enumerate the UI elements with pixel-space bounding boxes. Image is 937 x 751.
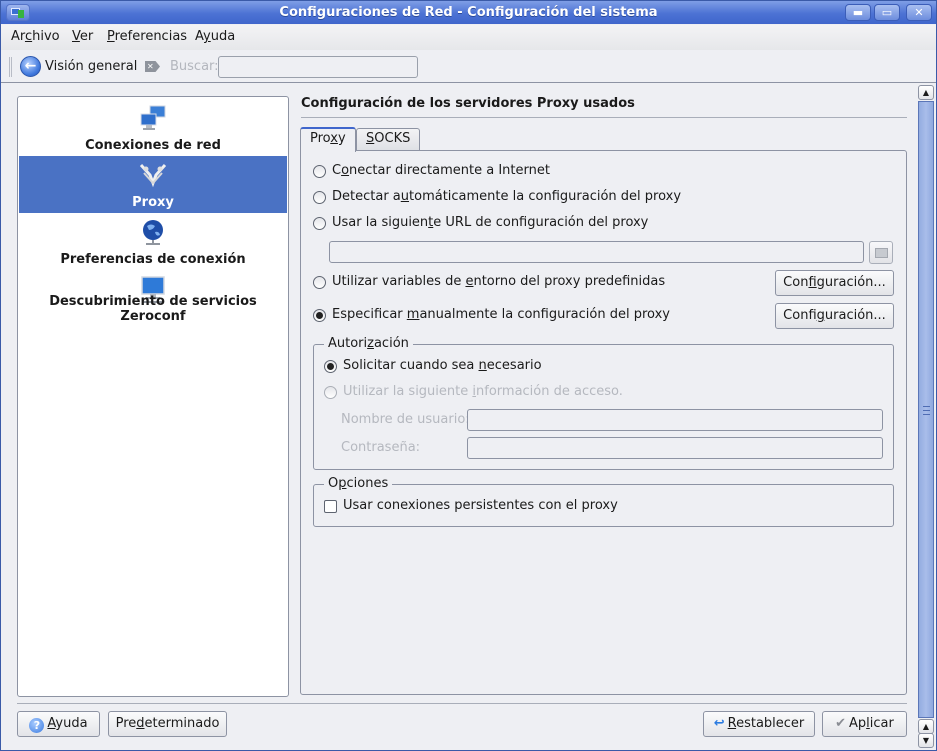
apply-button[interactable]: ✔ Aplicar: [822, 711, 907, 737]
option-config-url-label[interactable]: Usar la siguiente URL de configuración d…: [332, 215, 648, 230]
menu-bar: Archivo Ver Preferencias Ayuda: [1, 25, 936, 50]
radio-env-variables[interactable]: [313, 276, 326, 289]
footer-divider: [17, 703, 907, 704]
window-title: Configuraciones de Red - Configuración d…: [279, 5, 658, 20]
search-input[interactable]: [218, 56, 418, 78]
option-prompt-label[interactable]: Solicitar cuando sea necesario: [343, 358, 542, 373]
menu-ver[interactable]: Ver: [72, 29, 93, 44]
config-url-input[interactable]: [329, 241, 864, 263]
scroll-up-button-bottom[interactable]: ▲: [918, 719, 934, 734]
option-direct-connection-label[interactable]: Conectar directamente a Internet: [332, 163, 550, 178]
radio-direct-connection[interactable]: [313, 165, 326, 178]
radio-config-url[interactable]: [313, 217, 326, 230]
username-label: Nombre de usuario:: [341, 412, 470, 427]
tab-proxy[interactable]: Proxy: [300, 127, 356, 152]
minimize-button[interactable]: ▬: [845, 4, 871, 21]
maximize-icon: ▭: [881, 6, 893, 19]
maximize-button[interactable]: ▭: [874, 4, 900, 21]
toolbar-grip[interactable]: [9, 57, 12, 77]
proxy-icon: [139, 163, 167, 188]
username-input[interactable]: [467, 409, 883, 431]
sidebar-item-connection-preferences[interactable]: Preferencias de conexión: [19, 213, 287, 270]
browse-button[interactable]: [869, 241, 893, 264]
option-env-variables-label[interactable]: Utilizar variables de entorno del proxy …: [332, 274, 665, 289]
menu-preferencias[interactable]: Preferencias: [107, 29, 187, 44]
app-window: Configuraciones de Red - Configuración d…: [0, 0, 937, 751]
title-bar[interactable]: Configuraciones de Red - Configuración d…: [1, 1, 936, 24]
sidebar-item-label: Proxy: [132, 195, 174, 210]
persistent-connections-label[interactable]: Usar conexiones persistentes con el prox…: [343, 498, 618, 513]
radio-use-credentials[interactable]: [324, 386, 337, 399]
sidebar-item-zeroconf[interactable]: Descubrimiento de servicios Zeroconf: [19, 270, 287, 327]
sidebar: Conexiones de red Proxy Preferencias de …: [17, 96, 289, 697]
overview-button[interactable]: Visión general: [45, 59, 137, 74]
password-input[interactable]: [467, 437, 883, 459]
arrow-down-icon: ▼: [922, 736, 930, 745]
scroll-up-button[interactable]: ▲: [918, 85, 934, 100]
arrow-up-icon: ▲: [922, 88, 930, 97]
arrow-up-icon: ▲: [922, 722, 930, 731]
menu-archivo[interactable]: Archivo: [11, 29, 60, 44]
clear-search-icon[interactable]: ✕: [145, 61, 160, 72]
sidebar-item-network-connections[interactable]: Conexiones de red: [19, 99, 287, 156]
toolbar: ← Visión general ✕ Buscar:: [1, 51, 936, 83]
help-button[interactable]: ? Ayuda: [17, 711, 100, 737]
sidebar-item-label: Conexiones de red: [85, 138, 221, 153]
help-icon: ?: [29, 718, 45, 733]
close-icon: ✕: [914, 6, 924, 19]
manual-config-button[interactable]: Configuración...: [775, 303, 894, 329]
option-use-credentials-label[interactable]: Utilizar la siguiente información de acc…: [343, 384, 623, 399]
password-label: Contraseña:: [341, 440, 421, 455]
radio-auto-detect[interactable]: [313, 191, 326, 204]
reset-arrow-icon: ↩: [713, 716, 725, 731]
reset-button[interactable]: ↩ Restablecer: [703, 711, 815, 737]
vertical-scrollbar[interactable]: ▲ ▲ ▼: [918, 85, 934, 749]
minimize-icon: ▬: [852, 6, 864, 19]
globe-network-icon: [143, 220, 163, 245]
radio-manual[interactable]: [313, 309, 326, 322]
options-group-title: Opciones: [324, 476, 393, 491]
sidebar-item-label: Preferencias de conexión: [60, 252, 246, 267]
back-arrow-icon[interactable]: ←: [20, 56, 41, 77]
menu-ayuda[interactable]: Ayuda: [195, 29, 235, 44]
tab-socks[interactable]: SOCKS: [356, 128, 421, 152]
page-title: Configuración de los servidores Proxy us…: [301, 96, 635, 111]
scroll-down-button[interactable]: ▼: [918, 733, 934, 748]
defaults-button[interactable]: Predeterminado: [108, 711, 227, 737]
search-label: Buscar:: [170, 59, 219, 74]
option-auto-detect-label[interactable]: Detectar automáticamente la configuració…: [332, 189, 681, 204]
grip-icon: [923, 406, 930, 415]
network-computers-icon: [140, 105, 166, 130]
heading-divider: [301, 117, 907, 118]
checkmark-icon: ✔: [835, 716, 847, 731]
option-manual-label[interactable]: Especificar manualmente la configuración…: [332, 307, 670, 322]
env-config-button[interactable]: Configuración...: [775, 270, 894, 296]
sidebar-item-proxy[interactable]: Proxy: [19, 156, 287, 213]
close-button[interactable]: ✕: [906, 4, 932, 21]
radio-prompt-when-needed[interactable]: [324, 360, 337, 373]
persistent-connections-checkbox[interactable]: [324, 500, 337, 513]
folder-icon: [875, 248, 888, 258]
authorization-group-title: Autorización: [324, 336, 413, 351]
scrollbar-thumb[interactable]: [918, 101, 934, 718]
sidebar-item-label: Descubrimiento de servicios Zeroconf: [49, 294, 257, 324]
